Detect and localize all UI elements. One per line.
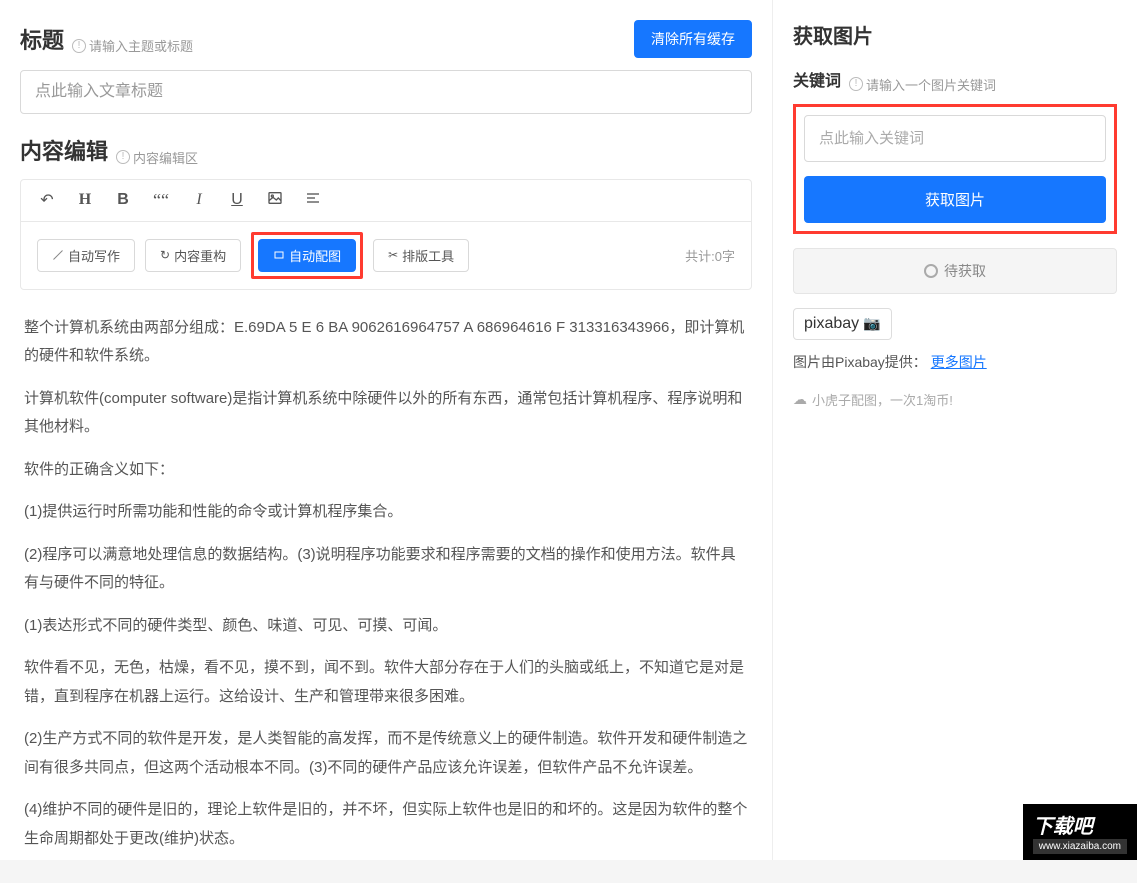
pixabay-tag: pixabay 📷: [793, 308, 892, 340]
bold-icon[interactable]: B: [113, 191, 133, 209]
paragraph: (1)表达形式不同的硬件类型、颜色、味道、可见、可摸、可闻。: [24, 612, 748, 641]
tip-text: ☁ 小虎子配图，一次1淘币!: [793, 390, 1117, 409]
heading-icon[interactable]: H: [75, 191, 95, 209]
title-header: 标题 ! 请输入主题或标题 清除所有缓存: [20, 20, 752, 58]
undo-icon[interactable]: ↶: [37, 190, 57, 210]
watermark: 下载吧 www.xiazaiba.com: [1023, 804, 1137, 860]
content-rebuild-button[interactable]: ↻ 内容重构: [145, 239, 241, 272]
keyword-label: 关键词: [793, 67, 841, 91]
paragraph: 软件的正确含义如下：: [24, 456, 748, 485]
paragraph: (4)维护不同的硬件是旧的，理论上软件是旧的，并不坏，但实际上软件也是旧的和坏的…: [24, 796, 748, 853]
highlight-auto-image: 自动配图: [251, 232, 363, 279]
image-icon[interactable]: [265, 190, 285, 211]
keyword-header: 关键词 ! 请输入一个图片关键词: [793, 67, 1117, 94]
cloud-icon: ☁: [793, 391, 807, 408]
keyword-input[interactable]: [804, 115, 1106, 162]
action-toolbar: 自动写作 ↻ 内容重构 自动配图 ✂ 排版工具 共计:0字: [21, 222, 751, 289]
keyword-hint: ! 请输入一个图片关键词: [849, 75, 996, 94]
auto-image-button[interactable]: 自动配图: [258, 239, 356, 272]
clear-cache-button[interactable]: 清除所有缓存: [634, 20, 752, 58]
paragraph: (2)生产方式不同的软件是开发，是人类智能的高发挥，而不是传统意义上的硬件制造。…: [24, 725, 748, 782]
paragraph: 软件看不见，无色，枯燥，看不见，摸不到，闻不到。软件大部分存在于人们的头脑或纸上…: [24, 654, 748, 711]
right-panel: 获取图片 关键词 ! 请输入一个图片关键词 获取图片 待获取 pixabay 📷…: [772, 0, 1137, 860]
left-panel: 标题 ! 请输入主题或标题 清除所有缓存 内容编辑 ! 内容编辑区 ↶ H: [0, 0, 772, 860]
title-hint: ! 请输入主题或标题: [72, 36, 193, 55]
underline-icon[interactable]: U: [227, 191, 247, 209]
info-icon: !: [849, 77, 863, 91]
info-icon: !: [116, 150, 130, 164]
editor-toolbar: ↶ H B ““ I U 自动写作 ↻: [20, 179, 752, 290]
more-images-link[interactable]: 更多图片: [931, 354, 987, 370]
content-edit-label: 内容编辑: [20, 134, 108, 166]
title-label: 标题: [20, 23, 64, 55]
paragraph: (2)程序可以满意地处理信息的数据结构。(3)说明程序功能要求和程序需要的文档的…: [24, 541, 748, 598]
italic-icon[interactable]: I: [189, 191, 209, 209]
align-icon[interactable]: [303, 190, 323, 211]
editor-content[interactable]: 整个计算机系统由两部分组成：E.69DA 5 E 6 BA 9062616964…: [20, 298, 752, 883]
fetch-image-title: 获取图片: [793, 20, 1117, 49]
auto-write-button[interactable]: 自动写作: [37, 239, 135, 272]
word-count: 共计:0字: [685, 246, 735, 265]
fetch-image-button[interactable]: 获取图片: [804, 176, 1106, 223]
highlight-keyword-box: 获取图片: [793, 104, 1117, 234]
image-credit: 图片由Pixabay提供： 更多图片: [793, 352, 1117, 372]
paragraph: 整个计算机系统由两部分组成：E.69DA 5 E 6 BA 9062616964…: [24, 314, 748, 371]
format-toolbar: ↶ H B ““ I U: [21, 180, 751, 222]
layout-tool-button[interactable]: ✂ 排版工具: [373, 239, 469, 272]
article-title-input[interactable]: [20, 70, 752, 114]
fetch-status: 待获取: [793, 248, 1117, 294]
paragraph: 计算机软件(computer software)是指计算机系统中除硬件以外的所有…: [24, 385, 748, 442]
quote-icon[interactable]: ““: [151, 190, 171, 211]
paragraph: (1)提供运行时所需功能和性能的命令或计算机程序集合。: [24, 498, 748, 527]
content-edit-hint: ! 内容编辑区: [116, 148, 198, 167]
circle-icon: [924, 264, 938, 278]
camera-icon: 📷: [863, 315, 880, 332]
info-icon: !: [72, 39, 86, 53]
